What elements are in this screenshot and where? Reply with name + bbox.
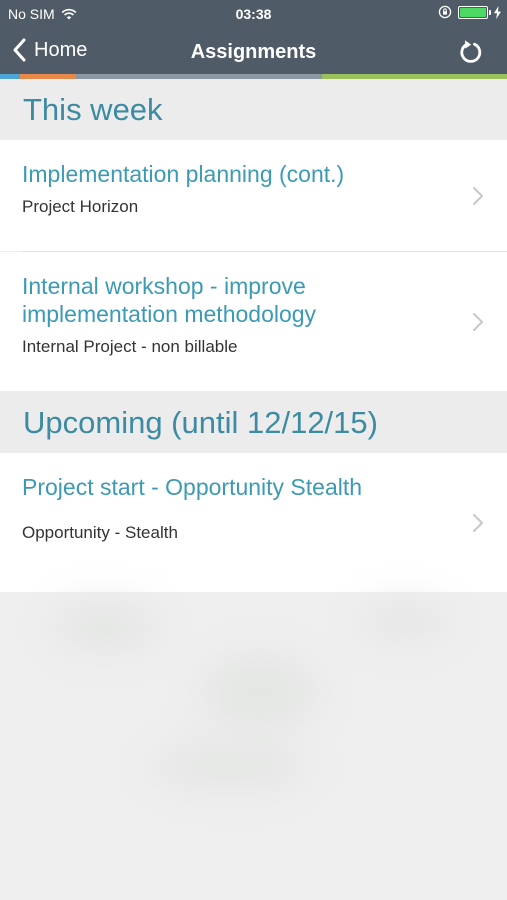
orientation-lock-icon <box>438 5 452 19</box>
assignment-title: Internal workshop - improve implementati… <box>22 273 317 327</box>
status-right <box>438 5 501 19</box>
battery-icon <box>458 5 491 19</box>
background-blur <box>150 742 310 792</box>
charging-icon <box>494 5 501 19</box>
assignment-row[interactable]: Project start - Opportunity Stealth Oppo… <box>0 453 507 592</box>
background-blur <box>200 652 320 732</box>
assignment-project: Internal Project - non billable <box>22 337 238 356</box>
chevron-left-icon <box>13 38 26 62</box>
battery-tip <box>489 9 491 15</box>
chevron-right-icon <box>473 313 483 331</box>
back-label: Home <box>34 38 88 61</box>
refresh-icon[interactable] <box>457 38 485 66</box>
assignment-project: Opportunity - Stealth <box>22 523 178 542</box>
battery-level-fill <box>460 7 486 17</box>
nav-bar: Home Assignments <box>0 28 507 74</box>
status-time: 03:38 <box>235 6 272 22</box>
section-header-upcoming: Upcoming (until 12/12/15) <box>0 391 507 453</box>
app-header: No SIM 03:38 Home Assignments <box>0 0 507 74</box>
background-blur <box>50 602 160 652</box>
chevron-right-icon <box>473 187 483 205</box>
back-button[interactable]: Home <box>12 38 87 62</box>
assignment-row[interactable]: Internal workshop - improve implementati… <box>0 252 507 391</box>
section-header-this-week: This week <box>0 79 507 140</box>
assignment-project: Project Horizon <box>22 197 139 216</box>
empty-background <box>0 592 507 900</box>
chevron-right-icon <box>473 514 483 532</box>
status-bar: No SIM 03:38 <box>0 0 507 28</box>
assignment-title: Project start - Opportunity Stealth <box>22 474 363 500</box>
assignment-row[interactable]: Implementation planning (cont.) Project … <box>0 140 507 251</box>
background-blur <box>360 602 450 642</box>
assignment-title: Implementation planning (cont.) <box>22 161 345 187</box>
